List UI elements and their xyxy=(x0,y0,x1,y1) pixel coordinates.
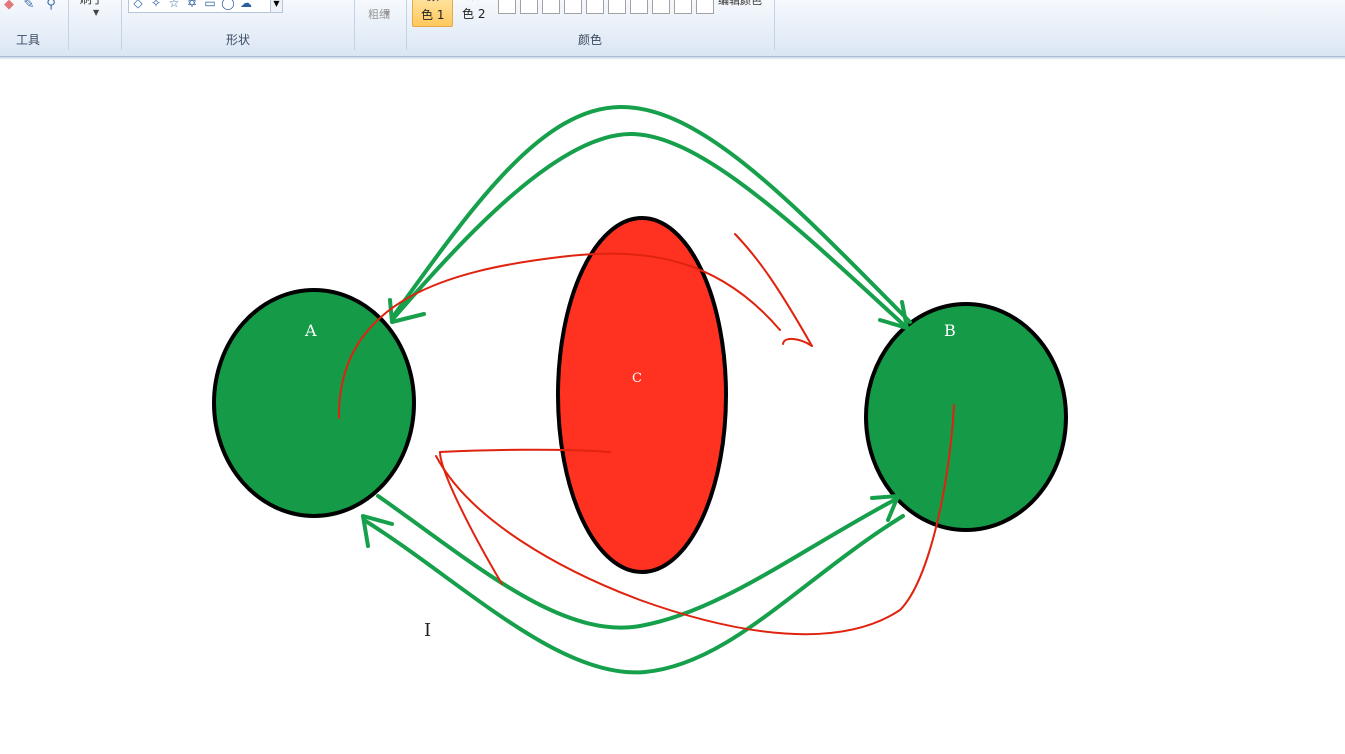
tools-group-label: 工具 xyxy=(15,33,40,47)
callout-cloud-icon[interactable]: ☁ xyxy=(237,0,255,10)
color2-label: 色 2 xyxy=(462,7,486,21)
color-swatch[interactable] xyxy=(674,0,692,14)
magnifier-icon[interactable]: ⚲ xyxy=(42,0,60,14)
shapes-group-label: 形状 xyxy=(225,33,250,47)
text-cursor-icon: I xyxy=(424,620,432,641)
color1-button[interactable]: 颜 色 1 xyxy=(412,0,453,27)
color2-button[interactable]: 颜 色 2 xyxy=(458,0,494,27)
color-swatch[interactable] xyxy=(542,0,560,14)
circle-a-label: A xyxy=(304,321,317,340)
color1-label: 色 1 xyxy=(421,8,445,22)
color1-label-top: 颜 xyxy=(427,0,439,4)
colors-group-label: 颜色 xyxy=(577,33,602,47)
ribbon: ◆ ✎ ⚲ 工具 刷子 ▼ 形状 ◇✧☆✡▭◯☁ ▼ 粗细 ▼ 颜色 颜 色 1… xyxy=(0,0,1345,57)
edit-colors-button[interactable]: 编辑颜色 xyxy=(718,0,762,8)
color-swatch[interactable] xyxy=(564,0,582,14)
chevron-down-icon[interactable]: ▼ xyxy=(93,8,99,17)
six-point-star-icon[interactable]: ✡ xyxy=(183,0,201,10)
tools-group: ◆ ✎ ⚲ 工具 xyxy=(0,0,68,52)
color-swatch[interactable] xyxy=(696,0,714,14)
color2-label-top: 颜 xyxy=(467,0,479,3)
color-swatch[interactable] xyxy=(498,0,516,14)
color-swatch[interactable] xyxy=(630,0,648,14)
size-group[interactable]: 粗细 ▼ xyxy=(356,0,404,52)
eraser-icon[interactable]: ◆ xyxy=(0,0,18,14)
color-swatch[interactable] xyxy=(652,0,670,14)
color-swatch[interactable] xyxy=(608,0,626,14)
brushes-group[interactable]: 刷子 ▼ xyxy=(72,0,120,52)
ellipse-c-label: C xyxy=(632,371,642,386)
color-swatch[interactable] xyxy=(586,0,604,14)
five-point-star-icon[interactable]: ☆ xyxy=(165,0,183,10)
callout-rect-icon[interactable]: ▭ xyxy=(201,0,219,10)
diamond-arrow-icon[interactable]: ◇ xyxy=(129,0,147,10)
divider xyxy=(774,0,775,50)
shapes-gallery[interactable]: ◇ ✧ ☆ ✡ ▭ ◯ ☁ ▼ xyxy=(128,0,283,13)
callout-oval-icon[interactable]: ◯ xyxy=(219,0,237,10)
chevron-down-icon[interactable]: ▼ xyxy=(384,9,390,18)
color-picker-icon[interactable]: ✎ xyxy=(20,0,38,14)
circle-b-label: B xyxy=(944,321,956,340)
divider xyxy=(354,0,355,50)
color-swatch[interactable] xyxy=(520,0,538,14)
divider xyxy=(68,0,69,50)
four-point-star-icon[interactable]: ✧ xyxy=(147,0,165,10)
brushes-button-label[interactable]: 刷子 xyxy=(80,0,104,7)
chevron-down-icon[interactable]: ▼ xyxy=(270,0,282,12)
drawing-canvas[interactable]: A B C xyxy=(0,60,1345,754)
